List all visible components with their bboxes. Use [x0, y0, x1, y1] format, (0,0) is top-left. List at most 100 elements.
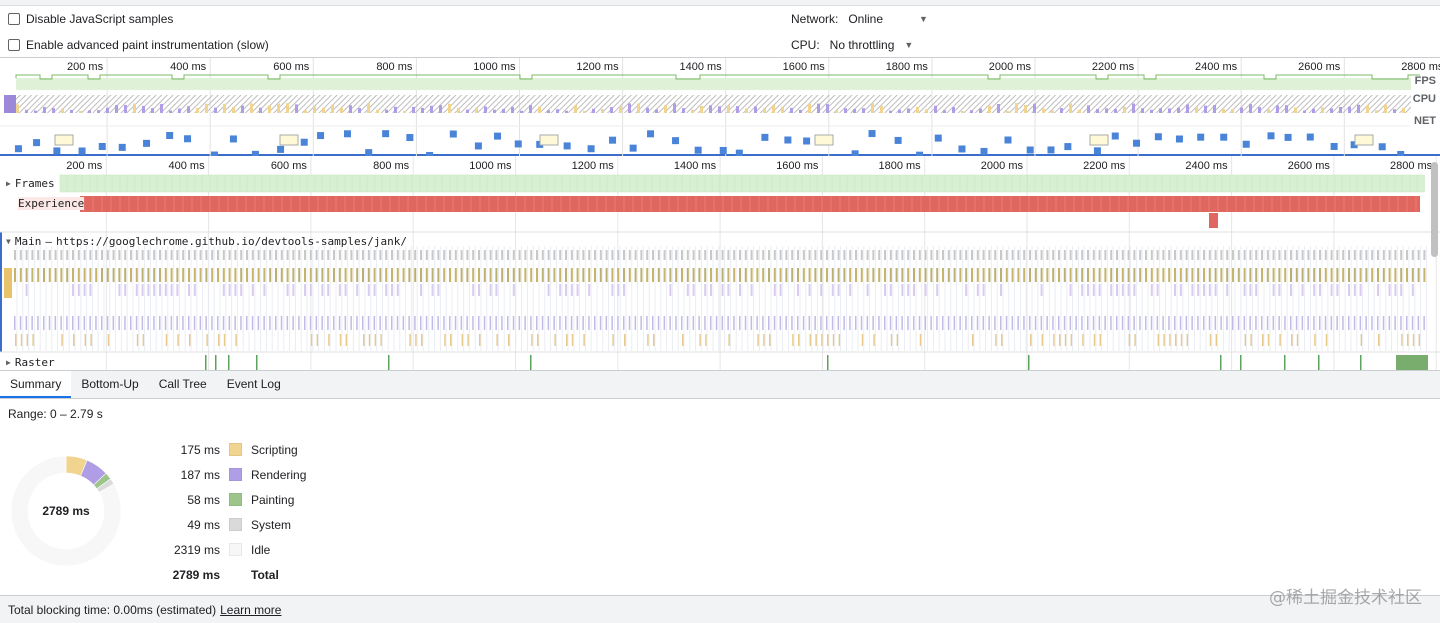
frame-block [922, 174, 930, 193]
task-block [420, 316, 422, 330]
cpu-mark [115, 104, 118, 113]
cpu-mark [286, 103, 289, 113]
frame-block [1132, 174, 1140, 193]
task-block [1046, 268, 1049, 282]
task-block [878, 268, 881, 282]
task-block [1359, 284, 1362, 296]
timeline-overview[interactable]: 200 ms 400 ms 600 ms 800 ms 1000 ms 1200 ms 14… [0, 58, 1440, 156]
tab-event-log[interactable]: Event Log [217, 371, 291, 398]
task-block [495, 316, 497, 330]
frames-track-header[interactable]: ▶ Frames [6, 177, 55, 190]
task-block [48, 316, 51, 330]
task-block [1197, 284, 1200, 296]
net-request [647, 130, 655, 138]
task-block [757, 334, 759, 346]
task-block [1186, 334, 1189, 346]
frame-block [104, 174, 113, 193]
task-block [425, 316, 428, 330]
legend-name: Idle [251, 542, 271, 557]
flame-chart[interactable]: 200 ms 400 ms 600 ms 800 ms 1000 ms 1200 ms 14… [0, 156, 1440, 371]
task-block [855, 316, 857, 330]
task-block [982, 316, 985, 330]
frame-block [217, 174, 225, 193]
frame-block [67, 174, 75, 193]
legend-name: System [251, 517, 292, 532]
learn-more-link[interactable]: Learn more [220, 603, 281, 617]
task-block [437, 284, 440, 296]
task-block [744, 250, 747, 260]
cpu-mark [304, 110, 307, 113]
task-block [234, 316, 236, 330]
frame-block [802, 174, 810, 193]
task-block [918, 250, 921, 260]
task-block [37, 268, 40, 282]
cpu-mark [574, 105, 577, 113]
frame-block [277, 174, 285, 193]
tab-call-tree[interactable]: Call Tree [149, 371, 217, 398]
task-block [553, 250, 556, 260]
task-block [982, 268, 985, 282]
task-block [1255, 268, 1258, 282]
frame-block [1312, 174, 1320, 193]
experience-track-header[interactable]: Experience [18, 197, 85, 210]
task-block [873, 334, 875, 346]
task-block [814, 316, 816, 330]
task-block [1226, 284, 1229, 296]
task-block [837, 284, 840, 296]
task-block [779, 316, 782, 330]
tab-bottom-up[interactable]: Bottom-Up [71, 371, 148, 398]
task-block [141, 268, 144, 282]
raster-track-header[interactable]: ▶ Raster [6, 356, 55, 369]
cpu-mark [745, 108, 748, 113]
frame-block [877, 174, 885, 193]
frame-block [817, 174, 825, 193]
disable-js-samples-checkbox[interactable] [8, 13, 20, 25]
task-block [373, 316, 376, 330]
cpu-mark [925, 109, 928, 113]
main-track-header[interactable]: ▼ Main — https://googlechrome.github.io/… [6, 235, 407, 248]
task-block [826, 316, 828, 330]
task-block [686, 316, 689, 330]
flame-ruler-label: 800 ms [373, 160, 410, 172]
task-block [524, 316, 526, 330]
cpu-mark [547, 110, 550, 113]
task-block [1411, 284, 1414, 296]
cpu-value: No throttling [829, 38, 895, 52]
frame-block [149, 174, 158, 193]
task-block [437, 250, 440, 260]
cpu-mark [610, 107, 613, 113]
task-block [895, 316, 898, 330]
disable-js-samples-setting[interactable]: Disable JavaScript samples [8, 9, 173, 29]
advanced-paint-setting[interactable]: Enable advanced paint instrumentation (s… [8, 35, 269, 55]
frame-block [322, 174, 330, 193]
task-block [449, 316, 451, 330]
task-block [217, 250, 219, 260]
task-block [251, 316, 254, 330]
flame-scrollbar[interactable] [1431, 162, 1438, 257]
task-block [483, 316, 486, 330]
task-block [124, 268, 127, 282]
advanced-paint-checkbox[interactable] [8, 39, 20, 51]
task-block [611, 250, 614, 260]
legend-value: 2319 ms [173, 542, 220, 557]
task-block [1156, 268, 1159, 282]
cpu-mark [862, 108, 865, 113]
network-select[interactable]: Online ▼ [848, 12, 928, 26]
frame-block [299, 174, 308, 193]
task-block [756, 268, 759, 282]
task-block [1208, 250, 1211, 260]
tab-summary[interactable]: Summary [0, 371, 72, 398]
cpu-select[interactable]: No throttling ▼ [830, 38, 914, 52]
task-block [391, 268, 393, 282]
frame-block [712, 174, 720, 193]
task-block [495, 250, 498, 260]
raster-task [1396, 355, 1428, 370]
task-block [1179, 316, 1182, 330]
task-block [808, 250, 811, 260]
frame-block [307, 174, 315, 193]
task-block [425, 268, 428, 282]
cpu-mark [349, 105, 352, 113]
frame-block [164, 174, 173, 193]
frame-block [622, 174, 630, 193]
task-block [206, 334, 208, 346]
